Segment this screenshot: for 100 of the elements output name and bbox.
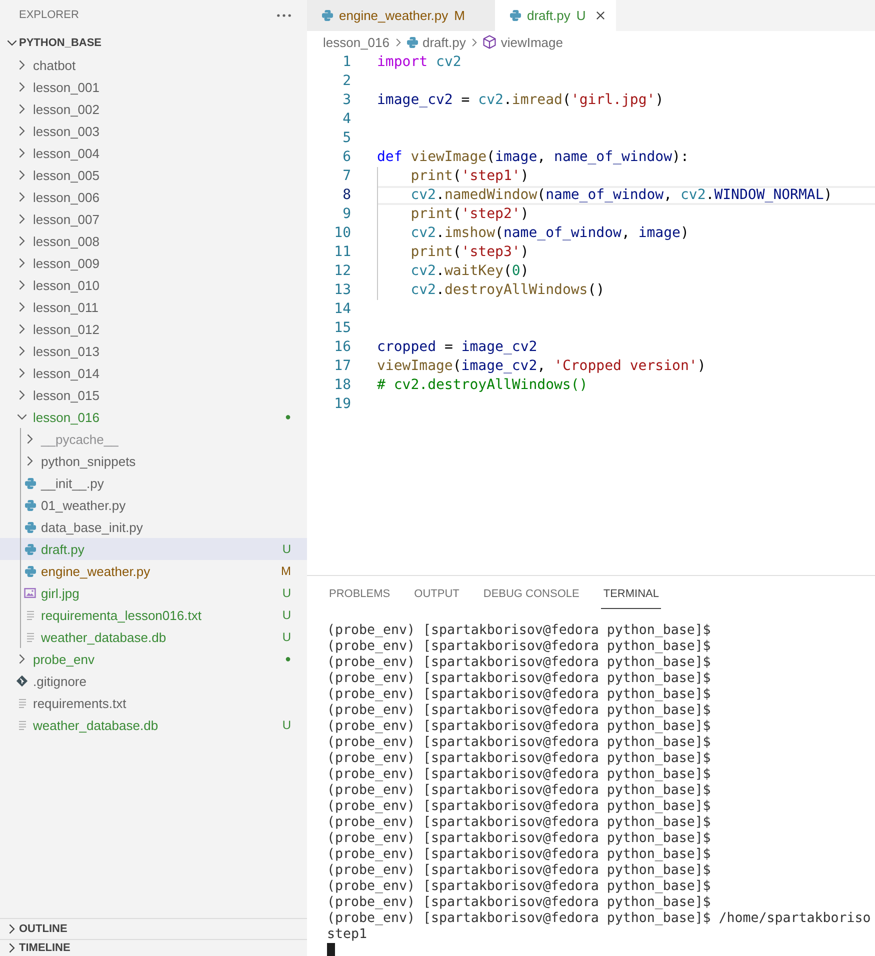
code-line: cv2.waitKey(0) [410, 263, 529, 279]
terminal-line: (probe_env) [spartakborisov@fedora python_base]$ [327, 703, 711, 718]
line-number: 5 [342, 130, 351, 146]
line-number: 13 [334, 282, 351, 298]
tree-item[interactable]: requirements.txt [0, 692, 307, 714]
tree-item[interactable]: 01_weather.py [0, 494, 307, 516]
tree-item[interactable]: lesson_016 ● [0, 406, 307, 428]
python-file-icon [24, 500, 36, 510]
panel-tab[interactable]: OUTPUT [412, 580, 462, 609]
text-file-icon [18, 720, 26, 730]
git-decoration: U [282, 718, 291, 732]
terminal-line: (probe_env) [spartakborisov@fedora python_base]$ [327, 623, 711, 638]
python-file-icon [510, 10, 521, 21]
python-file-icon [24, 566, 36, 576]
panel-tab[interactable]: PROBLEMS [327, 580, 392, 609]
git-decoration: U [282, 608, 291, 622]
tree-item[interactable]: lesson_007 [0, 208, 307, 230]
python-file-icon [24, 478, 36, 488]
editor-tab[interactable]: draft.py U [495, 0, 616, 31]
line-number: 19 [334, 396, 351, 412]
tree-item[interactable]: lesson_009 [0, 252, 307, 274]
line-number: 9 [342, 206, 351, 222]
panel-tab[interactable]: DEBUG CONSOLE [481, 580, 582, 609]
tree-item[interactable]: .gitignore [0, 670, 307, 692]
terminal-line: (probe_env) [spartakborisov@fedora python_base]$ [327, 719, 711, 734]
tree-item[interactable]: girl.jpg U [0, 582, 307, 604]
line-number: 8 [342, 187, 351, 203]
tree-item[interactable]: draft.py U [0, 538, 307, 560]
section-header[interactable]: OUTLINE [0, 918, 307, 939]
tree-item[interactable]: engine_weather.py M [0, 560, 307, 582]
explorer-title: EXPLORER [19, 9, 79, 21]
code-line: cv2.destroyAllWindows() [410, 282, 605, 298]
tree-item[interactable]: lesson_004 [0, 142, 307, 164]
editor-tab[interactable]: engine_weather.py M [307, 0, 495, 31]
diamond-file-icon [16, 675, 28, 687]
python-file-icon [406, 36, 418, 48]
code-line: viewImage(image_cv2, 'Cropped version') [377, 358, 706, 374]
git-decoration: U [282, 542, 291, 556]
terminal-line: (probe_env) [spartakborisov@fedora python_base]$ [327, 783, 711, 798]
terminal-line: (probe_env) [spartakborisov@fedora python_base]$ [327, 895, 711, 910]
terminal-line: (probe_env) [spartakborisov@fedora python_base]$ [327, 815, 711, 830]
python-file-icon [24, 522, 36, 532]
line-number: 4 [342, 111, 351, 127]
code-line: import cv2 [377, 54, 462, 70]
terminal-line: step1 [327, 927, 367, 942]
breadcrumb-item[interactable]: draft.py [406, 34, 466, 50]
terminal-line: (probe_env) [spartakborisov@fedora python_base]$ [327, 799, 711, 814]
section-header[interactable]: TIMELINE [0, 939, 307, 956]
folder-header[interactable]: PYTHON_BASE [0, 32, 307, 54]
chevron-right-icon [472, 38, 477, 46]
tree-item[interactable]: lesson_001 [0, 76, 307, 98]
tree-item[interactable]: python_snippets [0, 450, 307, 472]
terminal-line: (probe_env) [spartakborisov@fedora python_base]$ [327, 687, 711, 702]
tree-item[interactable]: __pycache__ [0, 428, 307, 450]
git-decoration: ● [284, 654, 291, 664]
text-file-icon [26, 632, 34, 642]
tree-item[interactable]: lesson_002 [0, 98, 307, 120]
git-decoration: M [281, 564, 291, 578]
tree-item[interactable]: __init__.py [0, 472, 307, 494]
tree-item[interactable]: lesson_012 [0, 318, 307, 340]
tree-item[interactable]: lesson_013 [0, 340, 307, 362]
breadcrumb-item[interactable]: lesson_016 [323, 34, 390, 50]
tree-item[interactable]: probe_env ● [0, 648, 307, 670]
panel-tab[interactable]: TERMINAL [601, 580, 661, 609]
more-icon[interactable] [277, 14, 291, 16]
tree-item[interactable]: lesson_010 [0, 274, 307, 296]
line-number: 10 [334, 225, 351, 241]
close-icon[interactable] [596, 11, 606, 20]
code-line: cv2.imshow(name_of_window, image) [410, 225, 689, 241]
code-line: print('step1') [410, 168, 529, 184]
code-line: print('step2') [410, 206, 529, 222]
tree-item[interactable]: lesson_015 [0, 384, 307, 406]
terminal-line: (probe_env) [spartakborisov@fedora python_base]$ [327, 639, 711, 654]
terminal-line: (probe_env) [spartakborisov@fedora python_base]$ [327, 879, 711, 894]
code-line: image_cv2 = cv2.imread('girl.jpg') [377, 92, 664, 108]
code-line: def viewImage(image, name_of_window): [377, 149, 689, 165]
breadcrumb-item[interactable]: viewImage [482, 34, 563, 50]
tree-item[interactable]: weather_database.db U [0, 714, 307, 736]
tree-item[interactable]: lesson_003 [0, 120, 307, 142]
chevron-right-icon [396, 38, 400, 46]
line-number: 18 [334, 377, 351, 393]
code-line: cropped = image_cv2 [377, 339, 538, 355]
git-decoration: U [576, 8, 586, 23]
tree-item[interactable]: weather_database.db U [0, 626, 307, 648]
line-number: 2 [342, 73, 351, 89]
tree-item[interactable]: lesson_014 [0, 362, 307, 384]
tree-item[interactable]: requirementa_lesson016.txt U [0, 604, 307, 626]
tree-item[interactable]: lesson_006 [0, 186, 307, 208]
tree-item[interactable]: lesson_011 [0, 296, 307, 318]
terminal-line: (probe_env) [spartakborisov@fedora python_base]$ [327, 847, 711, 862]
git-decoration: ● [284, 412, 291, 422]
code-line: print('step3') [410, 244, 529, 260]
terminal-line: (probe_env) [spartakborisov@fedora python_base]$ [327, 735, 711, 750]
cube-icon [482, 35, 496, 49]
tree-item[interactable]: lesson_005 [0, 164, 307, 186]
tree-item[interactable]: chatbot [0, 54, 307, 76]
tree-item[interactable]: data_base_init.py [0, 516, 307, 538]
image-file-icon [24, 588, 36, 598]
tree-item[interactable]: lesson_008 [0, 230, 307, 252]
git-decoration: U [282, 586, 291, 600]
